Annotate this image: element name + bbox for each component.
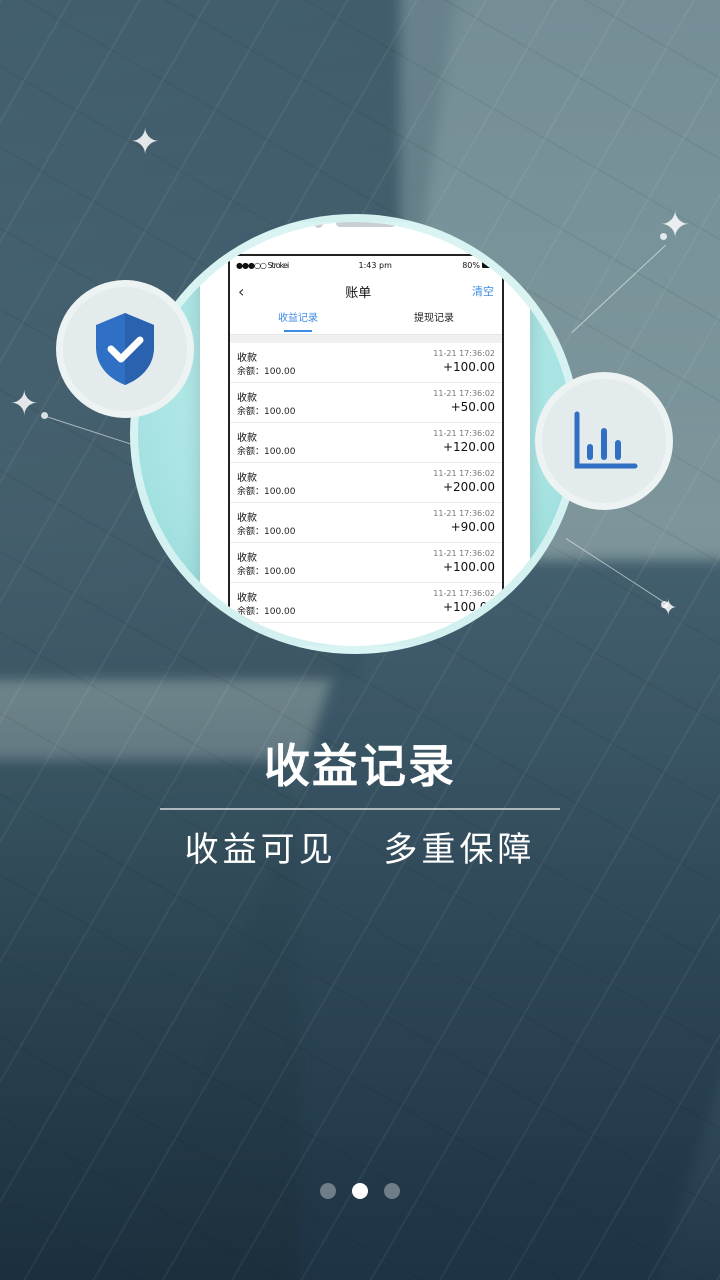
- record-title: 收款: [237, 593, 257, 604]
- shield-badge: [56, 280, 194, 418]
- carrier-text: ●●●○○ Strokei: [236, 260, 289, 270]
- tab-bar: 收益记录 提现记录: [230, 308, 502, 335]
- status-bar: ●●●○○ Strokei 1:43 pm 80%: [230, 256, 502, 274]
- record-balance: 余额：100.00: [237, 527, 296, 537]
- record-title: 收款: [237, 513, 257, 524]
- record-row[interactable]: 收款余额：100.00 11-21 17:36:02 +120.00: [230, 423, 502, 463]
- record-amount: +100.00: [442, 600, 495, 614]
- list-gap: [230, 335, 502, 343]
- record-date: 11-21 17:36:02: [433, 389, 495, 398]
- subtitle-left: 收益可见: [184, 830, 337, 870]
- record-balance: 余额：100.00: [237, 407, 296, 417]
- page-dot[interactable]: [384, 1183, 400, 1199]
- record-amount: +100.00: [442, 360, 495, 374]
- record-title: 收款: [237, 433, 257, 444]
- record-date: 11-21 17:36:02: [433, 549, 495, 558]
- sparkle-icon: ✦: [130, 122, 161, 163]
- record-balance: 余额：100.00: [237, 487, 296, 497]
- page-title: 账单: [345, 285, 372, 301]
- record-row[interactable]: 收款余额：100.00 11-21 17:36:02 +50.00: [230, 383, 502, 423]
- record-balance: 余额：100.00: [237, 607, 296, 617]
- record-date: 11-21: [471, 629, 495, 638]
- record-amount: +200.00: [442, 480, 495, 494]
- record-list: 收款 余额：100.00 11-21 17:36:02 +100.00 收款 余额：100…: [230, 343, 502, 646]
- decor-dot: [660, 233, 667, 240]
- chart-badge: [535, 372, 673, 510]
- sparkle-icon: ✦: [10, 384, 39, 424]
- record-balance: 余额：100.00: [237, 567, 296, 577]
- phone-screen: ●●●○○ Strokei 1:43 pm 80% ‹ 账单 清空 收益记录 提…: [228, 254, 504, 646]
- record-title: 收款: [237, 553, 257, 564]
- record-date: 11-21 17:36:02: [433, 349, 495, 358]
- record-title: 收款: [237, 353, 257, 364]
- phone-clip: ●●●○○ Strokei 1:43 pm 80% ‹ 账单 清空 收益记录 提…: [138, 222, 572, 646]
- phone-mockup: ●●●○○ Strokei 1:43 pm 80% ‹ 账单 清空 收益记录 提…: [200, 222, 530, 646]
- record-amount: +90.00: [450, 520, 495, 534]
- record-amount: +50.00: [450, 400, 495, 414]
- phone-sensor: [314, 222, 323, 228]
- nav-bar: ‹ 账单 清空: [230, 274, 502, 308]
- tab-earnings[interactable]: 收益记录: [230, 308, 366, 334]
- record-date: 11-21 17:36:02: [433, 589, 495, 598]
- record-balance: 余额：100.00: [237, 367, 296, 377]
- record-row[interactable]: 收款余额：100.00 11-21 17:36:02 +200.00: [230, 463, 502, 503]
- shield-check-icon: [96, 313, 154, 385]
- record-row[interactable]: 收款余额：100.00 11-21 17:36:02 +90.00: [230, 503, 502, 543]
- tab-withdrawals[interactable]: 提现记录: [366, 308, 502, 334]
- page-dot[interactable]: [320, 1183, 336, 1199]
- divider: [160, 808, 560, 810]
- battery-icon: [482, 262, 496, 268]
- record-title: 收款: [237, 473, 257, 484]
- bar-chart-icon: [574, 411, 638, 469]
- record-row[interactable]: 11-21: [230, 623, 502, 646]
- clear-button[interactable]: 清空: [472, 283, 494, 299]
- page-indicator: [0, 1183, 720, 1199]
- subtitle-right: 多重保障: [383, 830, 536, 870]
- headline: 收益记录: [264, 739, 456, 793]
- record-title: 收款: [237, 393, 257, 404]
- record-amount: +120.00: [442, 440, 495, 454]
- decor-dot: [661, 601, 668, 608]
- record-date: 11-21 17:36:02: [433, 509, 495, 518]
- subtitle: 收益可见 多重保障: [0, 822, 720, 871]
- record-row[interactable]: 收款余额：100.00 11-21 17:36:02 +100.00: [230, 543, 502, 583]
- record-row[interactable]: 收款余额：100.00 11-21 17:36:02 +100.00: [230, 583, 502, 623]
- phone-speaker: [336, 222, 396, 227]
- battery-text: 80%: [462, 260, 480, 270]
- record-balance: 余额：100.00: [237, 447, 296, 457]
- status-time: 1:43 pm: [358, 260, 392, 270]
- record-amount: +100.00: [442, 560, 495, 574]
- back-icon[interactable]: ‹: [238, 282, 244, 301]
- record-date: 11-21 17:36:02: [433, 429, 495, 438]
- page-dot[interactable]: [352, 1183, 368, 1199]
- record-date: 11-21 17:36:02: [433, 469, 495, 478]
- record-row[interactable]: 收款余额：100.00 11-21 17:36:02 +100.00: [230, 343, 502, 383]
- decor-dot: [41, 412, 48, 419]
